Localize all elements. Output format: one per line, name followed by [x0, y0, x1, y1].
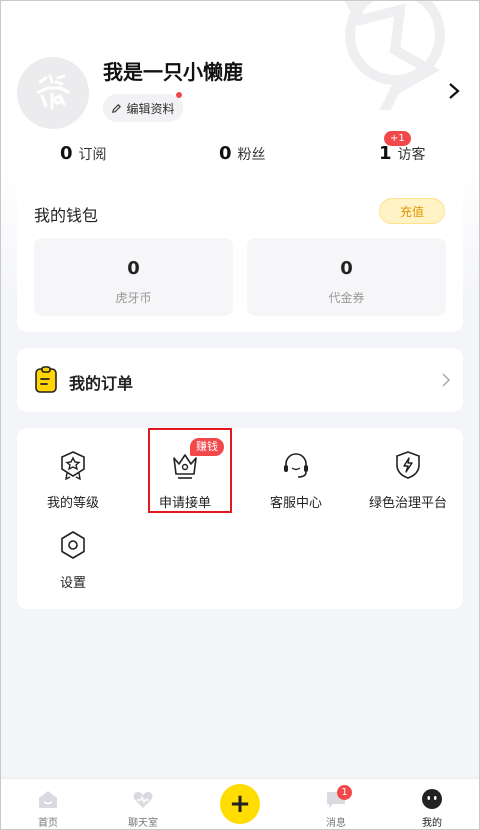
heart-chat-icon: [133, 791, 153, 808]
stat-subscriptions[interactable]: 0 订阅: [60, 143, 107, 164]
huya-coin-box[interactable]: 0 虎牙币: [34, 238, 233, 316]
avatar[interactable]: [17, 57, 89, 129]
nav-home[interactable]: 首页: [18, 779, 78, 829]
earn-money-badge: 赚钱: [190, 438, 224, 456]
profile-chevron-right-icon[interactable]: [446, 82, 462, 100]
voucher-label: 代金券: [328, 291, 365, 305]
service-green-governance[interactable]: 绿色治理平台: [353, 450, 463, 511]
nav-label: 聊天室: [128, 818, 158, 829]
stat-label: 粉丝: [237, 147, 266, 163]
shield-lightning-icon: [396, 451, 420, 479]
orders-chevron-right-icon: [442, 373, 451, 387]
stat-label: 访客: [397, 147, 426, 163]
add-button[interactable]: +: [220, 784, 260, 824]
wallet-title: 我的钱包: [34, 206, 99, 225]
nav-label: 我的: [422, 818, 442, 829]
stat-count: 0: [60, 143, 73, 164]
voucher-box[interactable]: 0 代金券: [247, 238, 446, 316]
pencil-icon: [112, 103, 122, 113]
services-card: 我的等级 申请接单 客服中心 绿色治理平台 设置: [17, 428, 463, 609]
voucher-value: 0: [340, 258, 353, 279]
my-orders-row[interactable]: 我的订单: [17, 348, 463, 412]
profile-face-icon: [422, 789, 442, 809]
service-my-level[interactable]: 我的等级: [18, 450, 128, 511]
headset-icon: [284, 453, 308, 478]
stat-count: 1: [379, 143, 392, 164]
clipboard-icon: [35, 366, 57, 393]
service-label: 绿色治理平台: [368, 496, 447, 511]
service-customer-center[interactable]: 客服中心: [241, 450, 351, 511]
message-count-badge: 1: [337, 785, 352, 800]
wallet-card: 我的钱包 充值 0 虎牙币 0 代金券: [17, 180, 463, 332]
service-label: 我的等级: [46, 496, 99, 511]
huya-coin-label: 虎牙币: [115, 291, 152, 305]
user-nickname: 我是一只小懒鹿: [103, 60, 243, 84]
my-orders-title: 我的订单: [69, 374, 134, 393]
service-label: 客服中心: [269, 496, 322, 511]
nav-label: 消息: [326, 818, 346, 829]
level-badge-icon: [61, 451, 85, 480]
stat-visitors[interactable]: 1 访客: [379, 143, 426, 164]
hexagon-settings-icon: [61, 531, 85, 559]
avatar-deer-icon: [36, 74, 70, 110]
recharge-button[interactable]: 充值: [379, 198, 445, 224]
home-icon: [39, 791, 57, 808]
edit-profile-button[interactable]: 编辑资料: [103, 94, 183, 122]
edit-profile-label: 编辑资料: [126, 101, 175, 116]
service-label: 设置: [59, 576, 86, 591]
nav-label: 首页: [38, 818, 58, 829]
edit-profile-red-dot: [176, 92, 182, 98]
stat-label: 订阅: [78, 147, 107, 163]
stat-fans[interactable]: 0 粉丝: [219, 143, 266, 164]
huya-coin-value: 0: [127, 258, 140, 279]
visitor-plus-badge: +1: [384, 131, 411, 146]
stat-count: 0: [219, 143, 232, 164]
service-settings[interactable]: 设置: [18, 530, 128, 591]
nav-mine[interactable]: 我的: [402, 779, 462, 829]
nav-chatroom[interactable]: 聊天室: [113, 779, 173, 829]
nav-messages[interactable]: 消息: [306, 779, 366, 829]
